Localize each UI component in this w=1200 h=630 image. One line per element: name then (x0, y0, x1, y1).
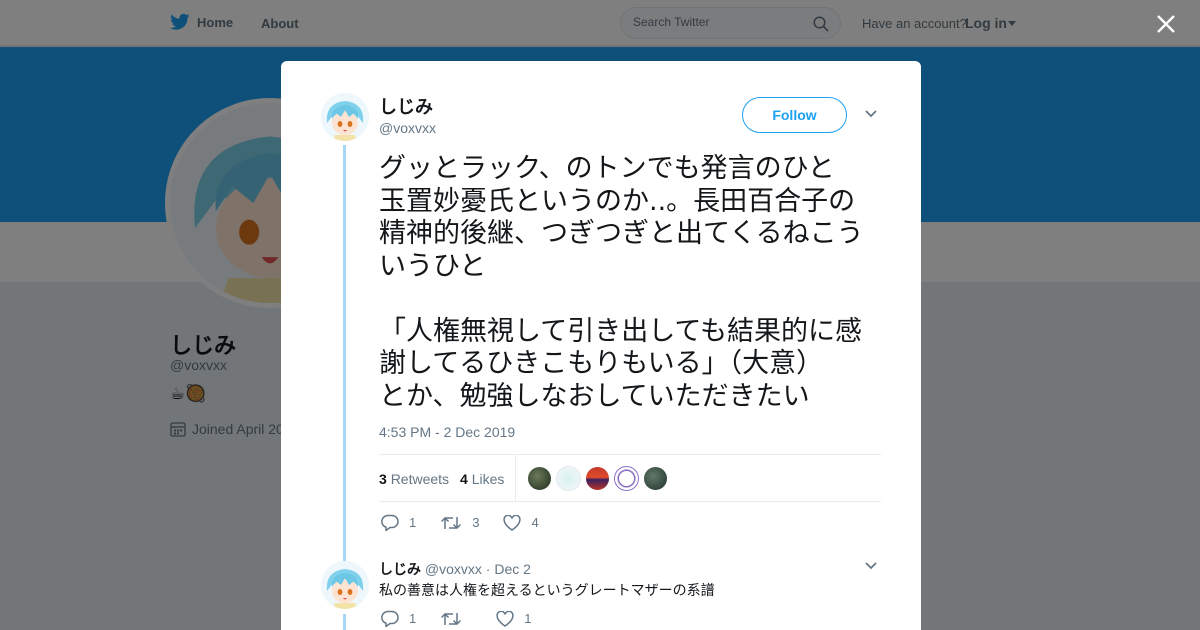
retweet-button[interactable]: 3 (440, 515, 479, 531)
reply-button[interactable]: 1 (381, 514, 416, 531)
likes-stat[interactable]: 4 Likes (460, 471, 504, 487)
reply-author-name[interactable]: しじみ (379, 561, 421, 577)
avatar-illustration-icon (321, 93, 369, 141)
reply-author-avatar[interactable] (321, 561, 369, 609)
like-button[interactable]: 1 (496, 610, 532, 627)
liker-avatar[interactable] (643, 466, 668, 491)
close-icon[interactable] (1152, 10, 1180, 38)
retweets-label: Retweets (390, 471, 450, 487)
heart-icon (496, 610, 514, 627)
likes-count: 4 (460, 471, 468, 487)
retweets-stat[interactable]: 3 Retweets (379, 471, 449, 487)
tweet-text: グッとラック、のトンでも発言のひと 玉置妙憂氏というのか..。長田百合子の 精神… (379, 153, 864, 412)
reply-icon (381, 610, 399, 627)
like-button[interactable]: 4 (503, 514, 539, 531)
likers-list (527, 466, 672, 491)
reply-date[interactable]: · Dec 2 (486, 561, 531, 577)
liker-avatar[interactable] (585, 466, 610, 491)
retweet-button[interactable] (440, 611, 472, 627)
reply-text: 私の善意は人権を超えるというグレートマザーの系譜 (379, 583, 715, 599)
stats-divider (515, 455, 516, 501)
retweet-icon (441, 612, 462, 625)
reply-button[interactable]: 1 (381, 610, 416, 627)
author-handle[interactable]: @voxvxx (379, 120, 436, 136)
likes-label: Likes (471, 471, 505, 487)
author-avatar[interactable] (321, 93, 369, 141)
reply-header: しじみ @voxvxx · Dec 2 (379, 559, 531, 579)
chevron-down-icon[interactable] (864, 109, 878, 119)
author-name[interactable]: しじみ (379, 93, 433, 119)
reply-count: 1 (409, 611, 417, 626)
tweet-actions: 1 3 4 (381, 514, 563, 531)
retweet-icon (441, 516, 462, 529)
like-count: 4 (531, 515, 539, 530)
follow-button[interactable]: Follow (742, 97, 847, 133)
thread-line (343, 614, 346, 630)
thread-line (343, 145, 346, 565)
liker-avatar[interactable] (556, 466, 581, 491)
reply-author-handle[interactable]: @voxvxx (425, 561, 482, 577)
like-count: 1 (524, 611, 532, 626)
heart-icon (503, 514, 522, 531)
avatar-illustration-icon (321, 561, 369, 609)
liker-avatar[interactable] (527, 466, 552, 491)
reply-icon (381, 514, 399, 531)
liker-avatar[interactable] (614, 466, 639, 491)
retweets-count: 3 (379, 471, 387, 487)
tweet-stats: 3 Retweets 4 Likes (379, 454, 881, 502)
tweet-modal: しじみ @voxvxx Follow グッとラック、のトンでも発言のひと 玉置妙… (281, 61, 921, 630)
tweet-timestamp[interactable]: 4:53 PM - 2 Dec 2019 (379, 424, 515, 440)
reply-actions: 1 1 (381, 610, 555, 627)
chevron-down-icon[interactable] (864, 561, 878, 571)
reply-count: 1 (409, 515, 417, 530)
retweet-count: 3 (472, 515, 480, 530)
